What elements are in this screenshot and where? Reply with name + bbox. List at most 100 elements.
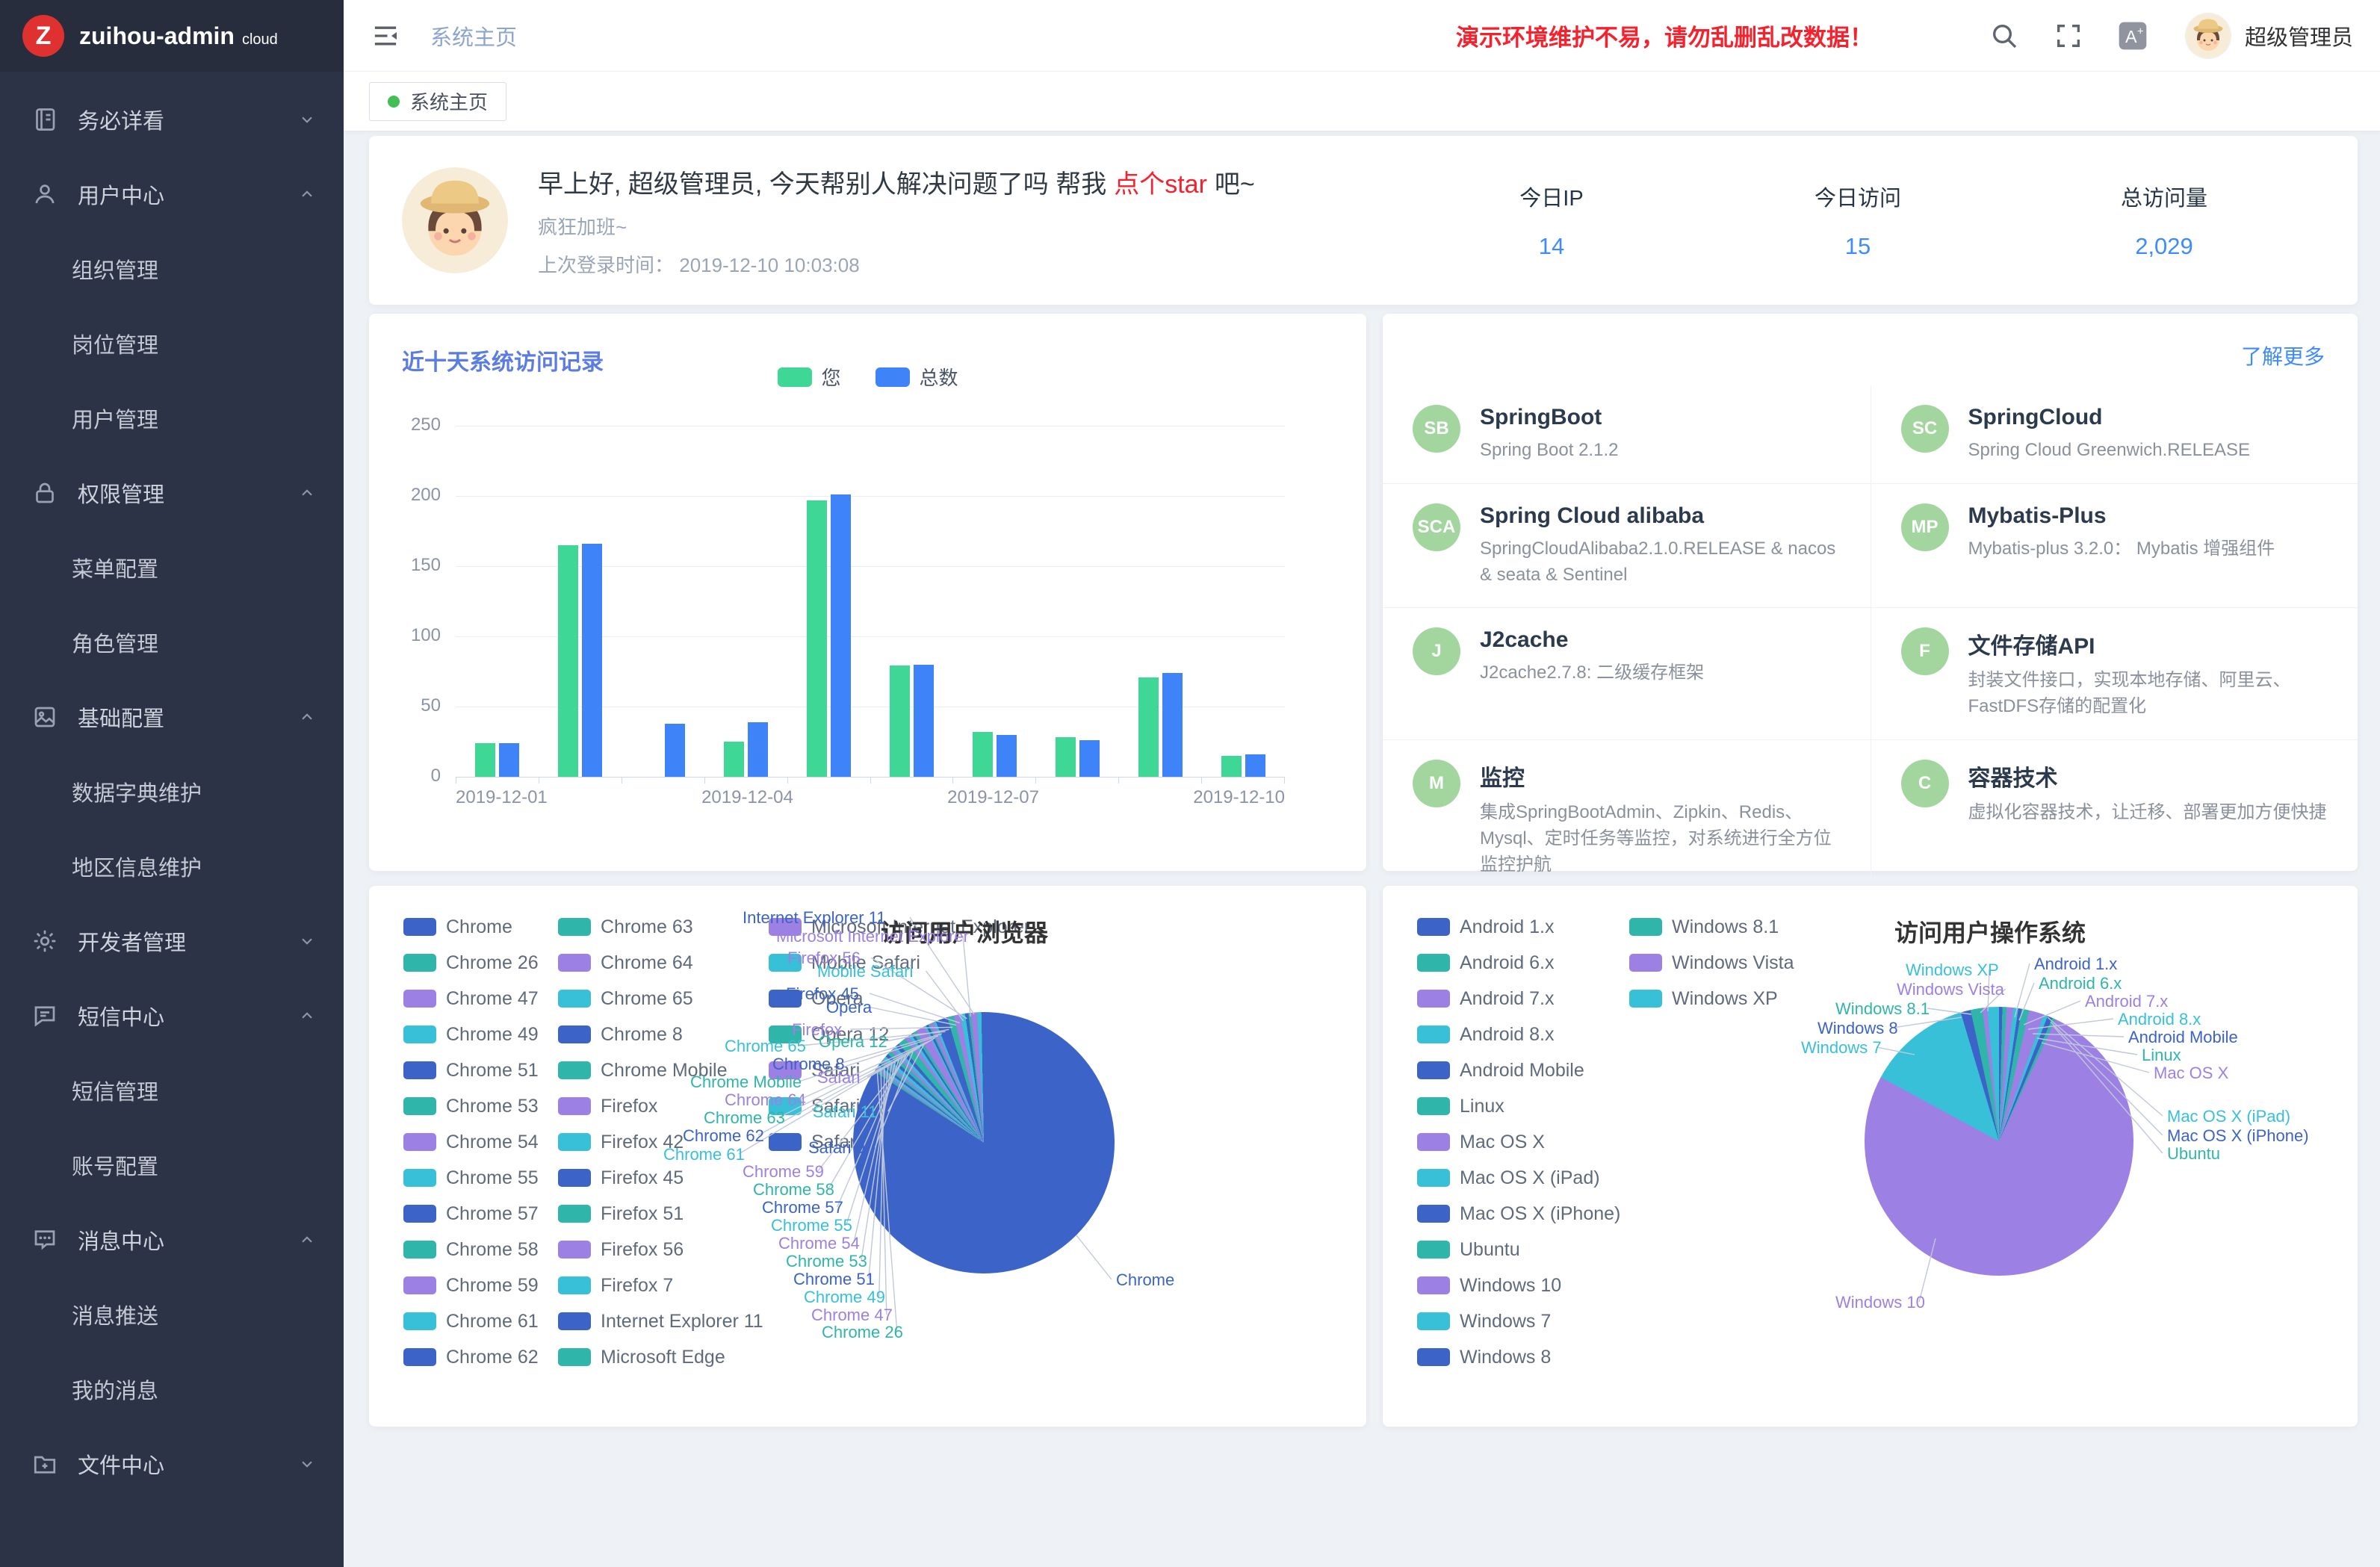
legend-item[interactable]: Chrome 59 xyxy=(403,1274,539,1297)
bar-group xyxy=(787,426,870,777)
current-username[interactable]: 超级管理员 xyxy=(2245,20,2353,52)
legend-item[interactable]: Chrome 61 xyxy=(403,1310,539,1332)
legend-item[interactable]: Firefox 45 xyxy=(558,1167,684,1189)
legend-item[interactable]: Chrome 63 xyxy=(558,916,693,938)
sidebar-subitem[interactable]: 角色管理 xyxy=(0,605,344,680)
legend-item[interactable]: Chrome 65 xyxy=(558,987,693,1010)
legend-item[interactable]: Chrome 49 xyxy=(403,1023,539,1046)
y-tick-label: 200 xyxy=(393,485,441,506)
legend-item[interactable]: Chrome 58 xyxy=(403,1238,539,1261)
sidebar-subitem[interactable]: 组织管理 xyxy=(0,232,344,306)
pie-label: Opera xyxy=(826,998,872,1017)
y-tick-label: 0 xyxy=(393,766,441,786)
legend-swatch xyxy=(403,1276,436,1294)
search-icon[interactable] xyxy=(1989,21,2019,51)
legend-item[interactable]: Firefox 56 xyxy=(558,1238,684,1261)
legend-item[interactable]: Chrome 55 xyxy=(403,1167,539,1189)
pie-label: Mac OS X (iPhone) xyxy=(2167,1126,2309,1146)
legend-item[interactable]: Linux xyxy=(1417,1095,1504,1117)
sidebar-item-basic-config[interactable]: 基础配置 xyxy=(0,680,344,754)
legend-item[interactable]: Windows 7 xyxy=(1417,1310,1551,1332)
sidebar-item-developer[interactable]: 开发者管理 xyxy=(0,904,344,978)
font-size-icon[interactable]: A+ xyxy=(2118,21,2148,51)
legend-swatch xyxy=(1417,1025,1450,1043)
legend-item[interactable]: Ubuntu xyxy=(1417,1238,1520,1261)
legend-item-您[interactable]: 您 xyxy=(777,363,840,391)
legend-label: Chrome 63 xyxy=(601,916,693,938)
row-pies: 访问用户浏览器 ChromeChrome 26Chrome 47Chrome 4… xyxy=(369,886,2358,1427)
fullscreen-icon[interactable] xyxy=(2054,21,2083,51)
legend-item[interactable]: Firefox xyxy=(558,1095,657,1117)
star-link[interactable]: 点个star xyxy=(1114,170,1207,199)
sidebar-item-permission[interactable]: 权限管理 xyxy=(0,456,344,530)
legend-swatch xyxy=(558,1133,591,1151)
legend-item[interactable]: Firefox 51 xyxy=(558,1203,684,1225)
bar-您 xyxy=(890,665,910,777)
legend-label: Chrome 54 xyxy=(446,1132,539,1153)
breadcrumb[interactable]: 系统主页 xyxy=(430,20,517,52)
legend-item[interactable]: Windows 10 xyxy=(1417,1274,1561,1297)
legend-item[interactable]: Android 7.x xyxy=(1417,987,1554,1010)
legend-swatch xyxy=(777,367,811,387)
sidebar-subitem[interactable]: 数据字典维护 xyxy=(0,754,344,829)
tab-home[interactable]: 系统主页 xyxy=(369,82,506,121)
os-pie xyxy=(1865,1007,2133,1276)
legend-item[interactable]: Chrome 53 xyxy=(403,1095,539,1117)
sidebar-item-sms-center[interactable]: 短信中心 xyxy=(0,978,344,1053)
pie-label: Windows 8.1 xyxy=(1835,999,1930,1019)
legend-item[interactable]: Chrome 54 xyxy=(403,1131,539,1153)
legend-label: Firefox 51 xyxy=(601,1203,684,1225)
sidebar-subitem[interactable]: 菜单配置 xyxy=(0,530,344,605)
tech-desc: J2cache2.7.8: 二级缓存框架 xyxy=(1480,660,1704,686)
legend-item[interactable]: Chrome 57 xyxy=(403,1203,539,1225)
legend-item[interactable]: Chrome 62 xyxy=(403,1346,539,1368)
app-logo[interactable]: Z zuihou-admin cloud xyxy=(0,0,344,72)
pie-label: Mac OS X xyxy=(2154,1064,2228,1083)
legend-item[interactable]: Mac OS X (iPhone) xyxy=(1417,1203,1620,1225)
sidebar-subitem[interactable]: 消息推送 xyxy=(0,1277,344,1352)
legend-item[interactable]: Chrome 47 xyxy=(403,987,539,1010)
legend-item[interactable]: Chrome 64 xyxy=(558,952,693,974)
sidebar-item-must-read[interactable]: 务必详看 xyxy=(0,82,344,157)
user-avatar[interactable] xyxy=(2185,13,2231,59)
legend-item[interactable]: Android Mobile xyxy=(1417,1059,1584,1082)
tech-stack-card: 了解更多 SBSpringBootSpring Boot 2.1.2SCSpri… xyxy=(1383,314,2358,871)
sidebar-subitem[interactable]: 岗位管理 xyxy=(0,306,344,381)
legend-item[interactable]: Chrome 51 xyxy=(403,1059,539,1082)
sidebar-item-file-center[interactable]: 文件中心 xyxy=(0,1427,344,1501)
legend-item[interactable]: Windows Vista xyxy=(1629,952,1794,974)
legend-item[interactable]: Android 1.x xyxy=(1417,916,1554,938)
legend-label: Chrome 57 xyxy=(446,1203,539,1225)
legend-item[interactable]: Internet Explorer 11 xyxy=(558,1310,763,1332)
legend-item[interactable]: Android 8.x xyxy=(1417,1023,1554,1046)
legend-swatch xyxy=(403,1241,436,1259)
legend-item-总数[interactable]: 总数 xyxy=(876,363,958,391)
legend-swatch xyxy=(1417,1097,1450,1115)
legend-item[interactable]: Windows XP xyxy=(1629,987,1778,1010)
legend-item[interactable]: Mac OS X xyxy=(1417,1131,1545,1153)
bar-总数 xyxy=(499,743,519,777)
sidebar-subitem[interactable]: 地区信息维护 xyxy=(0,829,344,904)
stat-label: 今日访问 xyxy=(1705,181,2011,212)
legend-item[interactable]: Mac OS X (iPad) xyxy=(1417,1167,1600,1189)
pie-label: Ubuntu xyxy=(2167,1144,2220,1164)
sidebar-item-message-center[interactable]: 消息中心 xyxy=(0,1203,344,1277)
sidebar-subitem[interactable]: 短信管理 xyxy=(0,1053,344,1128)
sidebar-subitem[interactable]: 我的消息 xyxy=(0,1352,344,1427)
legend-item[interactable]: Windows 8.1 xyxy=(1629,916,1779,938)
sidebar-subitem[interactable]: 账号配置 xyxy=(0,1128,344,1203)
bar-您 xyxy=(1056,737,1076,777)
legend-item[interactable]: Chrome 8 xyxy=(558,1023,683,1046)
learn-more-link[interactable]: 了解更多 xyxy=(2241,341,2325,370)
legend-item[interactable]: Windows 8 xyxy=(1417,1346,1551,1368)
legend-item[interactable]: Android 6.x xyxy=(1417,952,1554,974)
legend-item[interactable]: Chrome xyxy=(403,916,512,938)
sidebar-item-user-center[interactable]: 用户中心 xyxy=(0,157,344,232)
x-tick-label xyxy=(625,787,701,808)
legend-item[interactable]: Microsoft Edge xyxy=(558,1346,725,1368)
sidebar-collapse-icon[interactable] xyxy=(371,21,400,51)
legend-item[interactable]: Firefox 7 xyxy=(558,1274,673,1297)
pie-label: Windows Vista xyxy=(1897,980,2004,999)
legend-item[interactable]: Chrome 26 xyxy=(403,952,539,974)
sidebar-subitem[interactable]: 用户管理 xyxy=(0,381,344,456)
